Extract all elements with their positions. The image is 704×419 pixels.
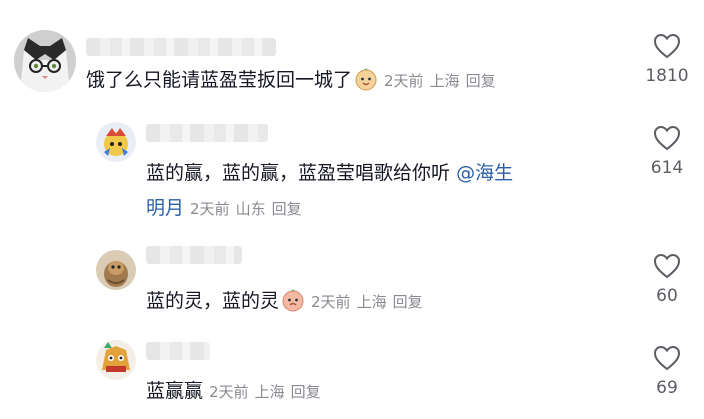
comment-meta: 2天前 上海 回复 bbox=[209, 383, 327, 401]
comment-body: 蓝赢赢 bbox=[146, 380, 204, 402]
reply-item: 蓝的灵，蓝的灵 2天前 上海 回复 60 bbox=[0, 232, 704, 328]
avatar[interactable] bbox=[96, 340, 136, 380]
comment-time: 2天前 bbox=[311, 293, 351, 311]
comment-meta: 2天前 上海 回复 bbox=[384, 72, 502, 90]
reply-button[interactable]: 回复 bbox=[272, 200, 302, 218]
heart-icon bbox=[653, 345, 681, 371]
heart-icon bbox=[653, 33, 681, 59]
reply-button[interactable]: 回复 bbox=[291, 383, 321, 401]
comment-location: 上海 bbox=[356, 293, 387, 311]
like-button[interactable]: 614 bbox=[637, 124, 697, 178]
like-button[interactable]: 69 bbox=[637, 344, 697, 398]
mention-link[interactable]: @海生 bbox=[456, 162, 513, 184]
comment-location: 上海 bbox=[429, 72, 460, 90]
peach-face-emoji bbox=[354, 67, 378, 101]
username-blurred[interactable] bbox=[86, 38, 276, 56]
avatar[interactable] bbox=[14, 30, 76, 92]
mention-link-continued[interactable]: 明月 bbox=[146, 197, 184, 219]
comment-time: 2天前 bbox=[384, 72, 424, 90]
comment-item: 饿了么只能请蓝盈莹扳回一城了 2天前 上海 回复 1810 bbox=[0, 0, 704, 112]
comment-body: 蓝的灵，蓝的灵 bbox=[146, 290, 280, 312]
reply-item: 蓝赢赢 2天前 上海 回复 69 bbox=[0, 328, 704, 419]
comment-body: 蓝的赢，蓝的赢，蓝盈莹唱歌给你听 bbox=[146, 162, 451, 184]
comment-time: 2天前 bbox=[190, 200, 230, 218]
like-button[interactable]: 1810 bbox=[637, 32, 697, 86]
comment-time: 2天前 bbox=[209, 383, 249, 401]
comment-text-line2: 明月 2天前 山东 回复 bbox=[146, 192, 308, 225]
comment-text: 饿了么只能请蓝盈莹扳回一城了 2天前 上海 回复 bbox=[86, 64, 502, 101]
heart-icon bbox=[653, 125, 681, 151]
comment-meta: 2天前 山东 回复 bbox=[190, 200, 308, 218]
comment-text: 蓝的灵，蓝的灵 2天前 上海 回复 bbox=[146, 285, 429, 322]
like-button[interactable]: 60 bbox=[637, 252, 697, 306]
comment-text: 蓝的赢，蓝的赢，蓝盈莹唱歌给你听 @海生 bbox=[146, 157, 513, 189]
peach-face-emoji bbox=[281, 288, 305, 322]
comment-location: 上海 bbox=[254, 383, 285, 401]
reply-button[interactable]: 回复 bbox=[466, 72, 496, 90]
like-count: 614 bbox=[650, 158, 684, 178]
heart-icon bbox=[653, 253, 681, 279]
avatar[interactable] bbox=[96, 250, 136, 290]
avatar[interactable] bbox=[96, 122, 136, 162]
like-count: 69 bbox=[656, 378, 678, 398]
comment-text: 蓝赢赢 2天前 上海 回复 bbox=[146, 375, 327, 408]
comment-meta: 2天前 上海 回复 bbox=[311, 293, 429, 311]
username-blurred[interactable] bbox=[146, 124, 268, 142]
like-count: 1810 bbox=[645, 66, 689, 86]
reply-button[interactable]: 回复 bbox=[393, 293, 423, 311]
comment-body: 饿了么只能请蓝盈莹扳回一城了 bbox=[86, 69, 353, 91]
like-count: 60 bbox=[656, 286, 678, 306]
username-blurred[interactable] bbox=[146, 342, 210, 360]
username-blurred[interactable] bbox=[146, 246, 242, 264]
reply-item: 蓝的赢，蓝的赢，蓝盈莹唱歌给你听 @海生 明月 2天前 山东 回复 614 bbox=[0, 112, 704, 232]
comment-location: 山东 bbox=[235, 200, 266, 218]
